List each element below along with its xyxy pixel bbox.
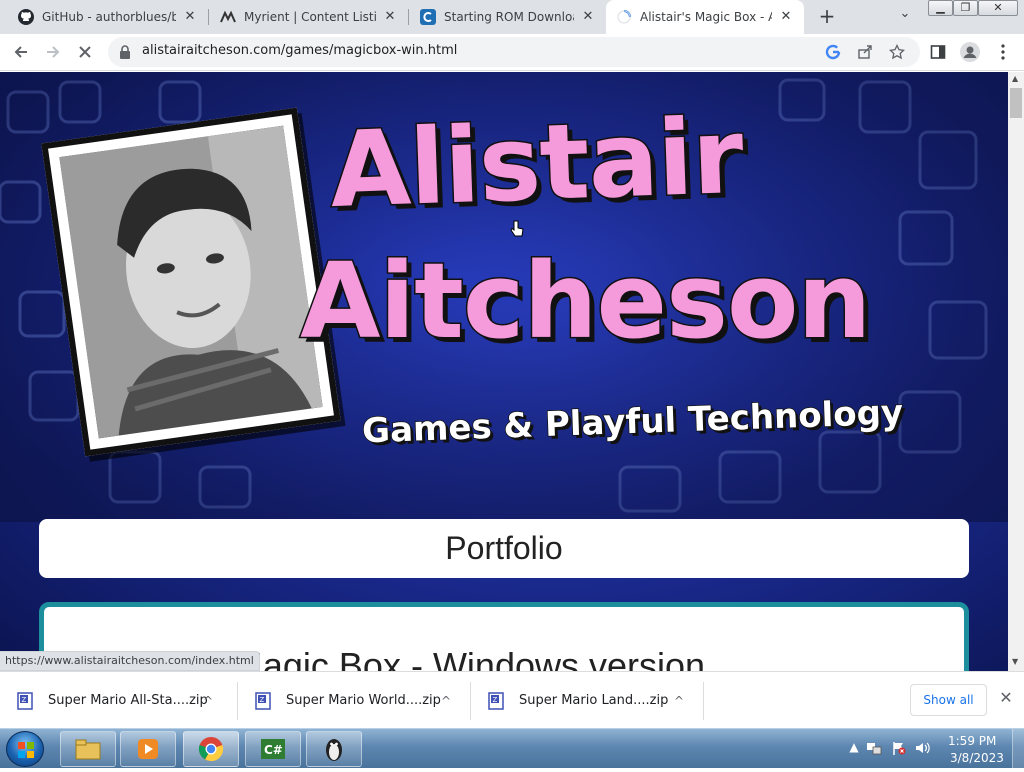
- tab-search-icon[interactable]: ⌄: [895, 6, 915, 26]
- portfolio-nav-button[interactable]: Portfolio: [39, 519, 969, 578]
- google-lens-icon[interactable]: [822, 41, 844, 63]
- side-panel-icon[interactable]: [925, 39, 951, 65]
- loading-icon: [616, 9, 632, 25]
- stop-loading-icon[interactable]: [72, 39, 98, 65]
- network-icon[interactable]: [866, 740, 882, 756]
- svg-text:Z: Z: [493, 696, 498, 704]
- tab-close-icon[interactable]: ✕: [778, 9, 794, 25]
- windows-logo-icon: [18, 742, 34, 758]
- svg-text:Z: Z: [22, 696, 27, 704]
- rom-download-icon: [420, 9, 436, 25]
- download-filename: Super Mario World....zip: [286, 693, 441, 708]
- tab-myrient[interactable]: Myrient | Content Listing ✕: [210, 0, 408, 34]
- show-desktop-button[interactable]: [1012, 729, 1024, 769]
- download-item[interactable]: Z Super Mario All-Sta....zip ^: [0, 672, 218, 729]
- lock-icon[interactable]: [114, 41, 136, 63]
- tab-strip: GitHub - authorblues/biz ✕ Myrient | Con…: [0, 0, 1024, 34]
- site-logo-title[interactable]: Alistair: [326, 93, 746, 232]
- link-status-bubble: https://www.alistairaitcheson.com/index.…: [0, 651, 260, 671]
- scroll-down-arrow-icon[interactable]: ▼: [1012, 657, 1018, 666]
- profile-avatar-icon[interactable]: [957, 39, 983, 65]
- myrient-icon: [220, 9, 236, 25]
- minimize-button[interactable]: ▁: [928, 0, 953, 16]
- chevron-up-icon[interactable]: ^: [669, 694, 689, 708]
- tray-expand-icon[interactable]: ▲: [846, 740, 862, 756]
- menu-kebab-icon[interactable]: [990, 39, 1016, 65]
- web-page: Alistair Aitcheson Games & Playful Techn…: [0, 72, 1008, 671]
- clock-date[interactable]: 3/8/2023: [950, 751, 1004, 765]
- chrome-icon[interactable]: [183, 731, 239, 767]
- github-icon: [18, 9, 34, 25]
- zip-archive-icon: Z: [17, 691, 33, 710]
- chevron-up-icon[interactable]: ^: [436, 694, 456, 708]
- download-shelf: Z Super Mario All-Sta....zip ^ Z Super M…: [0, 671, 1024, 728]
- tab-title: Alistair's Magic Box - Alis: [640, 10, 772, 24]
- scroll-up-arrow-icon[interactable]: ▲: [1012, 74, 1018, 83]
- tab-close-icon[interactable]: ✕: [382, 9, 398, 25]
- tab-github[interactable]: GitHub - authorblues/biz ✕: [8, 0, 208, 34]
- shelf-divider: [703, 682, 704, 720]
- page-scrollbar[interactable]: ▲ ▼: [1008, 72, 1024, 671]
- tab-divider: [408, 9, 409, 25]
- file-explorer-icon[interactable]: [60, 731, 116, 767]
- tab-title: Myrient | Content Listing: [244, 10, 376, 24]
- close-icon[interactable]: ✕: [996, 688, 1016, 708]
- clock-time[interactable]: 1:59 PM: [948, 734, 996, 748]
- penguin-app-icon[interactable]: [306, 731, 362, 767]
- volume-icon[interactable]: [914, 740, 930, 756]
- tab-close-icon[interactable]: ✕: [580, 9, 596, 25]
- close-window-button[interactable]: ✕: [978, 0, 1018, 16]
- download-filename: Super Mario Land....zip: [519, 693, 669, 708]
- svg-text:C#: C#: [264, 743, 283, 757]
- portfolio-heading: Portfolio: [445, 530, 563, 566]
- csharp-ide-icon[interactable]: C#: [245, 731, 301, 767]
- tab-title: Starting ROM Download: [444, 10, 574, 24]
- bookmark-star-icon[interactable]: [886, 41, 908, 63]
- download-filename: Super Mario All-Sta....zip: [48, 693, 208, 708]
- back-icon[interactable]: [8, 39, 34, 65]
- zip-archive-icon: Z: [255, 691, 271, 710]
- address-bar[interactable]: alistairaitcheson.com/games/magicbox-win…: [108, 37, 920, 67]
- action-center-flag-icon[interactable]: [891, 740, 907, 756]
- download-item[interactable]: Z Super Mario World....zip ^: [238, 672, 456, 729]
- share-icon[interactable]: [854, 41, 876, 63]
- windows-taskbar: C# ▲ 1:59 PM 3/8/2023: [0, 728, 1024, 769]
- zip-archive-icon: Z: [488, 691, 504, 710]
- download-item[interactable]: Z Super Mario Land....zip ^: [471, 672, 689, 729]
- chevron-up-icon[interactable]: ^: [198, 694, 218, 708]
- hand-cursor-icon: [510, 220, 524, 237]
- new-tab-button[interactable]: +: [815, 5, 839, 29]
- tab-magic-box[interactable]: Alistair's Magic Box - Alis ✕: [606, 0, 804, 34]
- tab-rom-download[interactable]: Starting ROM Download ✕: [410, 0, 606, 34]
- tab-close-icon[interactable]: ✕: [182, 9, 198, 25]
- media-player-icon[interactable]: [120, 731, 176, 767]
- tab-divider: [208, 9, 209, 25]
- url-text: alistairaitcheson.com/games/magicbox-win…: [142, 43, 458, 58]
- svg-text:Z: Z: [260, 696, 265, 704]
- browser-toolbar: alistairaitcheson.com/games/magicbox-win…: [0, 34, 1024, 71]
- portrait-photo: [59, 125, 323, 439]
- start-button[interactable]: [6, 731, 44, 767]
- site-logo-title[interactable]: Aitcheson: [298, 239, 872, 364]
- maximize-button[interactable]: ❐: [953, 0, 978, 16]
- forward-icon[interactable]: [40, 39, 66, 65]
- show-all-downloads-button[interactable]: Show all: [910, 684, 987, 716]
- tab-title: GitHub - authorblues/biz: [42, 10, 176, 24]
- portrait-photo-frame: [41, 107, 341, 457]
- scrollbar-thumb[interactable]: [1010, 88, 1022, 118]
